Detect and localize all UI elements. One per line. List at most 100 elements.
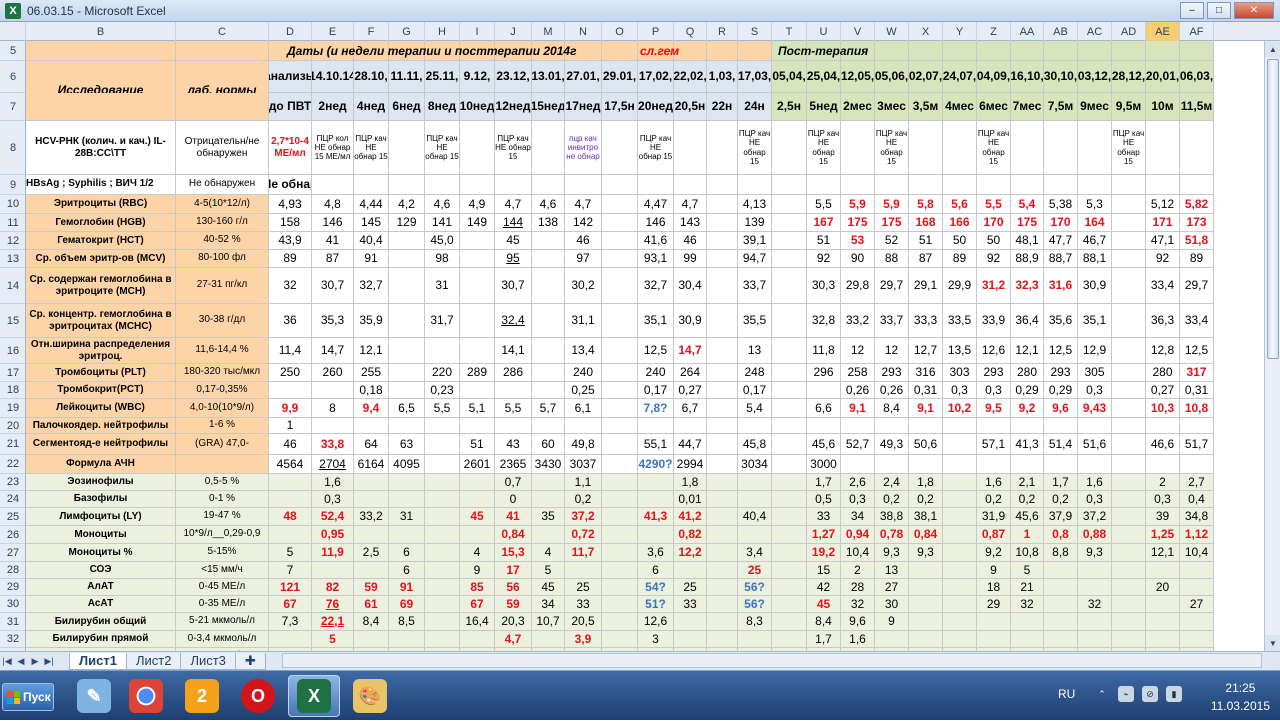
row-header-17[interactable]: 17: [0, 364, 25, 382]
cell-AF29[interactable]: [1180, 579, 1214, 596]
cell-O17[interactable]: [602, 364, 638, 382]
cell-K23[interactable]: [532, 474, 565, 491]
cell-AF16[interactable]: 12,5: [1180, 338, 1214, 364]
cell-K26[interactable]: [532, 526, 565, 544]
cell-I29[interactable]: 85: [460, 579, 495, 596]
cell-W6[interactable]: 05,06,: [875, 61, 909, 93]
cell-V30[interactable]: 32: [841, 596, 875, 613]
cell-AB23[interactable]: 1,7: [1044, 474, 1078, 491]
cell-V32[interactable]: 1,6: [841, 631, 875, 648]
cell-O16[interactable]: [602, 338, 638, 364]
cell-G30[interactable]: 69: [389, 596, 425, 613]
cell-Y24[interactable]: [943, 491, 977, 508]
cell-T12[interactable]: [772, 232, 807, 250]
cell-X15[interactable]: 33,3: [909, 304, 943, 338]
cell-AB18[interactable]: 0,29: [1044, 382, 1078, 399]
cell-I24[interactable]: [460, 491, 495, 508]
cell-S18[interactable]: 0,17: [738, 382, 772, 399]
cell-X18[interactable]: 0,31: [909, 382, 943, 399]
cell-P12[interactable]: 41,6: [638, 232, 674, 250]
cell-AD16[interactable]: [1112, 338, 1146, 364]
cell-J18[interactable]: [495, 382, 532, 399]
cell-D15[interactable]: 36: [269, 304, 312, 338]
cell-O29[interactable]: [602, 579, 638, 596]
cell-R7[interactable]: 22н: [707, 93, 738, 121]
cell-E11[interactable]: 146: [312, 214, 354, 232]
cell-B10[interactable]: Эритроциты (RBC): [26, 195, 176, 214]
cell-V9[interactable]: [841, 175, 875, 195]
cell-W28[interactable]: 13: [875, 562, 909, 579]
cell-AE7[interactable]: 10м: [1146, 93, 1180, 121]
cell-J19[interactable]: 5,5: [495, 399, 532, 418]
cell-W30[interactable]: 30: [875, 596, 909, 613]
cell-K15[interactable]: [532, 304, 565, 338]
cell-Q13[interactable]: 99: [674, 250, 707, 268]
cell-T31[interactable]: [772, 613, 807, 631]
scroll-down-arrow-icon[interactable]: ▼: [1265, 635, 1280, 651]
cell-E19[interactable]: 8: [312, 399, 354, 418]
cell-W17[interactable]: 293: [875, 364, 909, 382]
cell-B30[interactable]: АсАТ: [26, 596, 176, 613]
cell-R31[interactable]: [707, 613, 738, 631]
cell-J25[interactable]: 41: [495, 508, 532, 526]
cell-C16[interactable]: 11,6-14,4 %: [176, 338, 269, 364]
cell-AE21[interactable]: 46,6: [1146, 434, 1180, 455]
cell-P22[interactable]: 4290?: [638, 455, 674, 474]
cell-AC26[interactable]: 0,88: [1078, 526, 1112, 544]
cell-AE12[interactable]: 47,1: [1146, 232, 1180, 250]
cell-E18[interactable]: [312, 382, 354, 399]
cell-E27[interactable]: 11,9: [312, 544, 354, 562]
cell-X16[interactable]: 12,7: [909, 338, 943, 364]
cell-D10[interactable]: 4,93: [269, 195, 312, 214]
cell-R21[interactable]: [707, 434, 738, 455]
cell-AB6[interactable]: 30,10,: [1044, 61, 1078, 93]
cell-AB32[interactable]: [1044, 631, 1078, 648]
column-header-W[interactable]: W: [875, 22, 909, 41]
cell-J31[interactable]: 20,3: [495, 613, 532, 631]
taskbar-messenger[interactable]: 2: [176, 675, 228, 717]
cell-AF27[interactable]: 10,4: [1180, 544, 1214, 562]
cell-Y11[interactable]: 166: [943, 214, 977, 232]
cell-B26[interactable]: Моноциты: [26, 526, 176, 544]
cell-Z8[interactable]: ПЦР кач НЕ обнар 15: [977, 121, 1011, 175]
cell-R16[interactable]: [707, 338, 738, 364]
row-header-8[interactable]: 8: [0, 121, 25, 175]
cell-N26[interactable]: 0,72: [565, 526, 602, 544]
cell-AC11[interactable]: 164: [1078, 214, 1112, 232]
column-header-I[interactable]: I: [460, 22, 495, 41]
cell-N5[interactable]: [565, 41, 602, 61]
cell-Y16[interactable]: 13,5: [943, 338, 977, 364]
cell-H21[interactable]: [425, 434, 460, 455]
prev-sheet-icon[interactable]: ◀: [14, 656, 28, 667]
row-header-13[interactable]: 13: [0, 250, 25, 268]
cell-C11[interactable]: 130-160 г/л: [176, 214, 269, 232]
cell-AE5[interactable]: [1146, 41, 1180, 61]
cell-C20[interactable]: 1-6 %: [176, 418, 269, 434]
cell-P15[interactable]: 35,1: [638, 304, 674, 338]
cell-AE19[interactable]: 10,3: [1146, 399, 1180, 418]
cell-W8[interactable]: ПЦР кач НЕ обнар 15: [875, 121, 909, 175]
cell-AC21[interactable]: 51,6: [1078, 434, 1112, 455]
cell-I14[interactable]: [460, 268, 495, 304]
cell-Q23[interactable]: 1,8: [674, 474, 707, 491]
column-header-G[interactable]: G: [389, 22, 425, 41]
cell-F16[interactable]: 12,1: [354, 338, 389, 364]
row-header-31[interactable]: 31: [0, 613, 25, 631]
cell-S21[interactable]: 45,8: [738, 434, 772, 455]
cell-K27[interactable]: 4: [532, 544, 565, 562]
cell-D23[interactable]: [269, 474, 312, 491]
column-header-X[interactable]: X: [909, 22, 943, 41]
cell-R11[interactable]: [707, 214, 738, 232]
cell-X25[interactable]: 38,1: [909, 508, 943, 526]
cell-Z30[interactable]: 29: [977, 596, 1011, 613]
cell-E26[interactable]: 0,95: [312, 526, 354, 544]
cell-H25[interactable]: [425, 508, 460, 526]
cell-R6[interactable]: 1,03,: [707, 61, 738, 93]
cell-H15[interactable]: 31,7: [425, 304, 460, 338]
cell-G23[interactable]: [389, 474, 425, 491]
cell-AB31[interactable]: [1044, 613, 1078, 631]
cell-C10[interactable]: 4-5(10*12/л): [176, 195, 269, 214]
cell-G20[interactable]: [389, 418, 425, 434]
cell-S9[interactable]: [738, 175, 772, 195]
cell-J8[interactable]: ПЦР кач НЕ обнар 15: [495, 121, 532, 175]
